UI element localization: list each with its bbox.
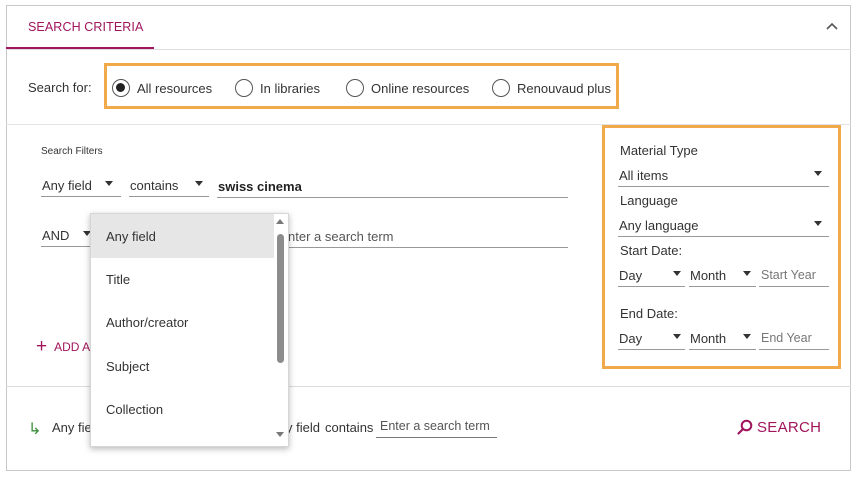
day-value: Day xyxy=(619,331,643,346)
start-year-placeholder: Start Year xyxy=(761,268,816,282)
start-day-select[interactable]: Day xyxy=(618,265,685,287)
end-month-select[interactable]: Month xyxy=(689,328,756,350)
chevron-up-icon[interactable] xyxy=(824,19,840,35)
summary-field-text: Any fiel xyxy=(52,420,95,435)
arrow-right-icon: ↳ xyxy=(28,421,42,438)
radio-renouvaud-plus[interactable]: Renouvaud plus xyxy=(492,78,611,98)
operator-select-row1[interactable]: contains xyxy=(129,175,209,197)
end-day-select[interactable]: Day xyxy=(618,328,685,350)
dropdown-option-subject[interactable]: Subject xyxy=(91,344,274,388)
end-date-label: End Date: xyxy=(620,306,678,321)
search-button-label: SEARCH xyxy=(757,418,822,436)
radio-unchecked-icon xyxy=(346,79,364,97)
search-for-label: Search for: xyxy=(28,80,92,95)
search-icon xyxy=(737,419,753,435)
search-term-value: swiss cinema xyxy=(218,179,302,194)
start-year-input[interactable]: Start Year xyxy=(759,265,829,287)
summary-search-input[interactable]: Enter a search term xyxy=(376,417,497,438)
start-date-label: Start Date: xyxy=(620,243,683,258)
month-value: Month xyxy=(690,268,727,283)
caret-down-icon xyxy=(673,334,681,339)
dropdown-option-author-creator[interactable]: Author/creator xyxy=(91,300,274,344)
boolean-select-value: AND xyxy=(42,228,70,243)
dropdown-scrollbar[interactable] xyxy=(277,234,284,363)
field-select-row1[interactable]: Any field xyxy=(41,175,121,197)
tab-search-criteria[interactable]: SEARCH CRITERIA xyxy=(28,20,143,34)
material-type-label: Material Type xyxy=(620,143,698,158)
plus-icon: + xyxy=(36,336,48,357)
language-value: Any language xyxy=(619,218,699,233)
search-term-input-row1[interactable]: swiss cinema xyxy=(217,176,568,198)
radio-in-libraries[interactable]: In libraries xyxy=(235,78,320,98)
start-month-select[interactable]: Month xyxy=(689,265,756,287)
dropdown-option-title[interactable]: Title xyxy=(91,257,274,301)
summary-operator-text: contains xyxy=(325,420,374,435)
language-select[interactable]: Any language xyxy=(618,215,829,237)
caret-down-icon xyxy=(195,181,203,186)
radio-unchecked-icon xyxy=(235,79,253,97)
radio-label: Online resources xyxy=(371,80,470,96)
scroll-down-icon[interactable] xyxy=(276,432,284,437)
radio-unchecked-icon xyxy=(492,79,510,97)
month-value: Month xyxy=(690,331,727,346)
summary-input-placeholder: Enter a search term xyxy=(380,419,490,433)
radio-label: In libraries xyxy=(260,80,320,96)
caret-down-icon xyxy=(743,271,751,276)
search-term-placeholder: nter a search term xyxy=(288,229,394,244)
scroll-up-icon[interactable] xyxy=(276,219,284,224)
dropdown-option-collection[interactable]: Collection xyxy=(91,387,274,431)
caret-down-icon xyxy=(814,171,822,176)
add-filter-label: ADD A xyxy=(54,340,91,354)
caret-down-icon xyxy=(743,334,751,339)
dropdown-option-any-field[interactable]: Any field xyxy=(91,214,274,258)
end-year-input[interactable]: End Year xyxy=(759,328,829,350)
caret-down-icon xyxy=(814,221,822,226)
search-term-input-row2[interactable]: nter a search term xyxy=(288,226,568,248)
radio-checked-icon xyxy=(112,79,130,97)
boolean-select-row2[interactable]: AND xyxy=(41,225,93,247)
operator-select-value: contains xyxy=(130,178,179,193)
field-dropdown-menu: Any field Title Author/creator Subject C… xyxy=(90,213,289,447)
caret-down-icon xyxy=(105,181,113,186)
search-button[interactable]: SEARCH xyxy=(736,418,821,436)
field-select-value: Any field xyxy=(42,178,92,193)
day-value: Day xyxy=(619,268,643,283)
radio-label: Renouvaud plus xyxy=(517,80,611,96)
end-year-placeholder: End Year xyxy=(761,331,812,345)
radio-label: All resources xyxy=(137,80,213,96)
language-label: Language xyxy=(620,193,678,208)
radio-all-resources[interactable]: All resources xyxy=(112,78,212,98)
caret-down-icon xyxy=(673,271,681,276)
header-divider xyxy=(6,49,851,50)
radio-online-resources[interactable]: Online resources xyxy=(346,78,469,98)
material-type-value: All items xyxy=(619,168,669,183)
add-filter-button[interactable]: + ADD A xyxy=(36,336,91,357)
search-filters-label: Search Filters xyxy=(41,146,103,157)
material-type-select[interactable]: All items xyxy=(618,165,829,187)
summary-field-text: y field xyxy=(286,420,320,435)
